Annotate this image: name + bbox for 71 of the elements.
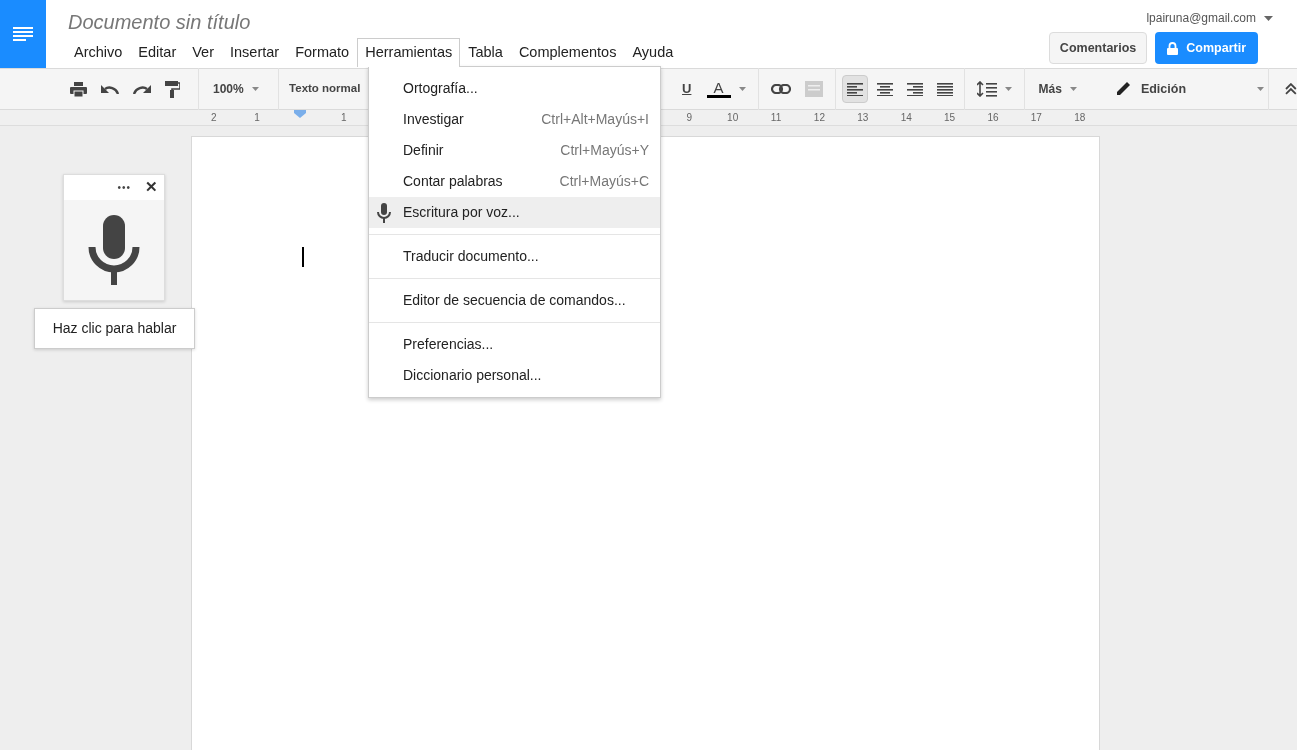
menu-item[interactable]: Editar — [130, 38, 185, 67]
ruler-number: 2 — [209, 111, 218, 125]
ruler-number: 9 — [685, 111, 694, 125]
text-cursor — [302, 247, 304, 267]
style-dropdown[interactable]: Texto normal — [283, 80, 367, 98]
align-right-icon — [906, 82, 923, 96]
ruler-number: 13 — [856, 111, 870, 125]
tooltip: Haz clic para hablar — [34, 308, 195, 349]
caret-icon — [251, 87, 259, 91]
align-center-icon — [876, 82, 893, 96]
microphone-icon[interactable] — [88, 215, 140, 285]
menu-entry[interactable]: Definir Ctrl+Mayús+Y — [369, 135, 660, 166]
comments-button[interactable]: Comentarios — [1048, 32, 1148, 64]
collapse-icon[interactable] — [1285, 83, 1297, 95]
color-swatch — [706, 95, 731, 98]
document-title[interactable]: Documento sin título — [68, 10, 1049, 34]
menu-entry[interactable]: Editor de secuencia de comandos... — [369, 285, 660, 316]
paint-format-icon[interactable] — [165, 80, 180, 98]
text-color-button[interactable]: A — [706, 80, 746, 98]
redo-icon[interactable] — [133, 84, 151, 94]
ruler-number: 1 — [340, 111, 348, 125]
ruler-number: 15 — [943, 111, 957, 125]
ruler-number: 11 — [769, 111, 783, 125]
microphone-icon — [377, 202, 391, 223]
account-email[interactable]: lpairuna@gmail.com — [1146, 9, 1256, 27]
caret-icon — [1004, 87, 1012, 91]
menu-entry[interactable]: Preferencias... — [369, 329, 660, 360]
align-button[interactable] — [841, 75, 868, 103]
undo-icon[interactable] — [101, 84, 119, 94]
align-justify-icon — [936, 82, 953, 96]
menu-item[interactable]: Herramientas — [357, 38, 461, 67]
menu-entry[interactable]: Diccionario personal... — [369, 360, 660, 391]
menu-item[interactable]: Tabla — [460, 38, 511, 67]
menu-entry[interactable]: Contar palabras Ctrl+Mayús+C — [369, 166, 660, 197]
caret-icon — [738, 87, 746, 91]
menu-item[interactable]: Complementos — [510, 38, 625, 67]
menu-item[interactable]: Insertar — [222, 38, 288, 67]
ruler-number: 17 — [1029, 111, 1043, 125]
ruler-number: 12 — [812, 111, 826, 125]
caret-icon — [1069, 87, 1077, 91]
underline-button[interactable]: U — [678, 79, 695, 99]
ruler-number: 18 — [1073, 111, 1087, 125]
align-left-icon — [846, 82, 863, 96]
menu-item[interactable]: Archivo — [66, 38, 131, 67]
menu-entry[interactable]: Escritura por voz... — [369, 197, 660, 228]
ruler-number: 1 — [253, 111, 261, 125]
shortcut-label: Ctrl+Alt+Mayús+I — [541, 110, 649, 129]
menu-item[interactable]: Formato — [287, 38, 358, 67]
ruler-number: 16 — [986, 111, 1000, 125]
caret-icon[interactable] — [1264, 15, 1273, 21]
shortcut-label: Ctrl+Mayús+C — [559, 172, 649, 191]
more-dropdown[interactable]: Más — [1028, 80, 1087, 98]
ruler-number: 10 — [726, 111, 740, 125]
print-icon[interactable] — [70, 81, 87, 97]
caret-icon — [1257, 87, 1265, 91]
mode-dropdown[interactable]: Edición — [1086, 79, 1265, 99]
menu-item[interactable]: Ayuda — [624, 38, 682, 67]
ruler-number: 14 — [899, 111, 913, 125]
menu-entry[interactable]: Ortografía... — [369, 73, 660, 104]
docs-logo[interactable] — [0, 0, 46, 68]
link-icon[interactable] — [770, 84, 791, 94]
menu-item[interactable]: Ver — [184, 38, 222, 67]
lock-icon — [1167, 41, 1179, 55]
shortcut-label: Ctrl+Mayús+Y — [560, 141, 649, 160]
close-button[interactable]: ✕ — [145, 176, 158, 199]
pencil-icon — [1114, 81, 1131, 97]
menu-entry[interactable]: Investigar Ctrl+Alt+Mayús+I — [369, 104, 660, 135]
zoom-dropdown[interactable]: 100% — [203, 80, 275, 98]
menu-lines-icon — [13, 27, 33, 41]
more-options-button[interactable]: ••• — [117, 180, 131, 195]
menu-entry[interactable]: Traducir documento... — [369, 241, 660, 272]
